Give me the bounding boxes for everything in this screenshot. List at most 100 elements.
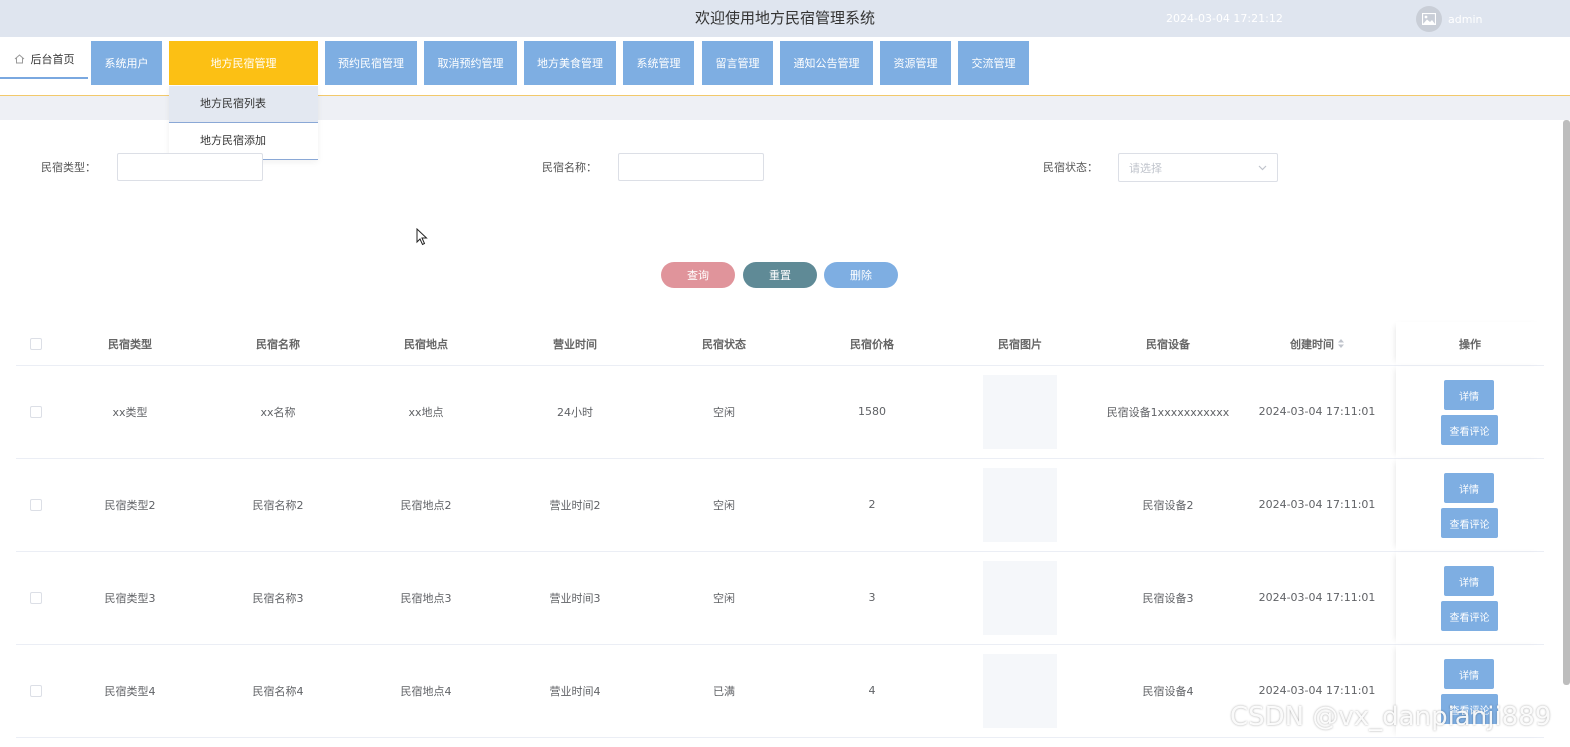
sort-icon[interactable] (1338, 339, 1344, 348)
cell-name: xx名称 (260, 405, 296, 419)
col-price: 民宿价格 (850, 337, 894, 351)
row-actions-cell: 详情 查看评论 (1396, 365, 1544, 458)
delete-button[interactable]: 删除 (824, 262, 898, 288)
ops-header-cell: 操作 (1396, 322, 1544, 365)
table-header: 民宿类型 民宿名称 民宿地点 营业时间 民宿状态 民宿价格 民宿图片 民宿设备 … (16, 322, 1544, 366)
cell-price: 2 (868, 498, 876, 511)
home-icon (14, 54, 24, 64)
col-name: 民宿名称 (256, 337, 300, 351)
cell-image (946, 644, 1094, 737)
menu-cancel-booking[interactable]: 取消预约管理 (424, 41, 517, 85)
cell-type: 民宿类型2 (104, 498, 156, 512)
cell-created: 2024-03-04 17:11:01 (1258, 405, 1376, 418)
cell-type: 民宿类型4 (104, 684, 156, 698)
cell-price: 3 (868, 591, 876, 604)
cell-status: 空闲 (713, 591, 735, 605)
name-filter-label: 民宿名称： (542, 161, 597, 174)
col-hours: 营业时间 (553, 337, 597, 351)
chevron-down-icon (1258, 165, 1267, 170)
menu-system-management[interactable]: 系统管理 (623, 41, 694, 85)
detail-button[interactable]: 详情 (1444, 566, 1494, 596)
submenu-homestay-list[interactable]: 地方民宿列表 (169, 86, 318, 123)
cell-hours: 24小时 (557, 405, 593, 419)
cell-equipment: 民宿设备4 (1142, 684, 1194, 698)
type-filter-input[interactable] (117, 153, 263, 181)
row-checkbox[interactable] (30, 684, 42, 697)
menu-message-management[interactable]: 留言管理 (702, 41, 773, 85)
cell-location: 民宿地点2 (400, 498, 452, 512)
col-equipment: 民宿设备 (1146, 337, 1190, 351)
homestay-image-placeholder[interactable] (983, 467, 1057, 542)
cell-price: 1580 (858, 405, 886, 418)
cell-status: 空闲 (713, 405, 735, 419)
name-filter-input[interactable] (618, 153, 764, 181)
status-filter-select[interactable]: 请选择 (1118, 153, 1278, 182)
cell-hours: 营业时间2 (549, 498, 601, 512)
homestay-image-placeholder[interactable] (983, 653, 1057, 728)
select-all-checkbox[interactable] (30, 337, 42, 350)
top-header: 欢迎使用地方民宿管理系统 2024-03-04 17:21:12 admin (0, 0, 1570, 38)
username[interactable]: admin (1448, 0, 1482, 40)
cell-location: 民宿地点4 (400, 684, 452, 698)
row-select-cell[interactable] (16, 644, 56, 737)
submenu-dropdown: 地方民宿列表 地方民宿添加 (169, 86, 318, 160)
status-filter-label: 民宿状态： (1043, 161, 1098, 174)
reset-button[interactable]: 重置 (743, 262, 817, 288)
row-select-cell[interactable] (16, 365, 56, 458)
menu-homestay-management[interactable]: 地方民宿管理 (169, 41, 318, 85)
row-actions-cell: 详情 查看评论 (1396, 551, 1544, 644)
detail-button[interactable]: 详情 (1444, 659, 1494, 689)
view-comments-button[interactable]: 查看评论 (1441, 508, 1498, 538)
cell-equipment: 民宿设备2 (1142, 498, 1194, 512)
cell-status: 已满 (713, 684, 735, 698)
row-actions-cell: 详情 查看评论 (1396, 458, 1544, 551)
home-link[interactable]: 后台首页 (0, 41, 88, 79)
cell-hours: 营业时间4 (549, 684, 601, 698)
cell-location: xx地点 (408, 405, 444, 419)
menu-system-users[interactable]: 系统用户 (91, 41, 162, 85)
cell-type: xx类型 (112, 405, 148, 419)
cell-name: 民宿名称2 (252, 498, 304, 512)
col-actions: 操作 (1459, 337, 1481, 351)
menu-notice-management[interactable]: 通知公告管理 (780, 41, 873, 85)
view-comments-button[interactable]: 查看评论 (1441, 415, 1498, 445)
table-row: 民宿类型3 民宿名称3 民宿地点3 营业时间3 空闲 3 民宿设备3 2024-03-04 1… (16, 551, 1544, 645)
current-datetime: 2024-03-04 17:21:12 (1166, 12, 1283, 25)
menu-food-management[interactable]: 地方美食管理 (524, 41, 616, 85)
cell-name: 民宿名称3 (252, 591, 304, 605)
row-checkbox[interactable] (30, 405, 42, 418)
cell-image (946, 458, 1094, 551)
col-created[interactable]: 创建时间 (1242, 322, 1392, 365)
cell-image (946, 365, 1094, 458)
homestay-image-placeholder[interactable] (983, 374, 1057, 449)
system-title: 欢迎使用地方民宿管理系统 (694, 9, 875, 27)
avatar[interactable] (1416, 6, 1442, 32)
menu-resource-management[interactable]: 资源管理 (880, 41, 951, 85)
cell-created: 2024-03-04 17:11:01 (1258, 591, 1376, 604)
cell-type: 民宿类型3 (104, 591, 156, 605)
select-all-cell[interactable] (16, 322, 56, 365)
row-checkbox[interactable] (30, 591, 42, 604)
menu-booking-management[interactable]: 预约民宿管理 (325, 41, 417, 85)
detail-button[interactable]: 详情 (1444, 473, 1494, 503)
image-icon (1422, 13, 1436, 25)
cell-location: 民宿地点3 (400, 591, 452, 605)
mouse-cursor-icon (416, 228, 428, 246)
col-created-label: 创建时间 (1290, 337, 1334, 351)
vertical-scrollbar[interactable] (1563, 120, 1570, 685)
query-button[interactable]: 查询 (661, 262, 735, 288)
col-type: 民宿类型 (108, 337, 152, 351)
col-image: 民宿图片 (998, 337, 1042, 351)
row-select-cell[interactable] (16, 551, 56, 644)
detail-button[interactable]: 详情 (1444, 380, 1494, 410)
homestay-image-placeholder[interactable] (983, 560, 1057, 635)
row-select-cell[interactable] (16, 458, 56, 551)
cell-equipment: 民宿设备3 (1142, 591, 1194, 605)
cell-price: 4 (868, 684, 876, 697)
view-comments-button[interactable]: 查看评论 (1441, 601, 1498, 631)
col-status: 民宿状态 (702, 337, 746, 351)
status-select-placeholder: 请选择 (1129, 161, 1162, 175)
row-checkbox[interactable] (30, 498, 42, 511)
menu-exchange-management[interactable]: 交流管理 (958, 41, 1029, 85)
cell-status: 空闲 (713, 498, 735, 512)
